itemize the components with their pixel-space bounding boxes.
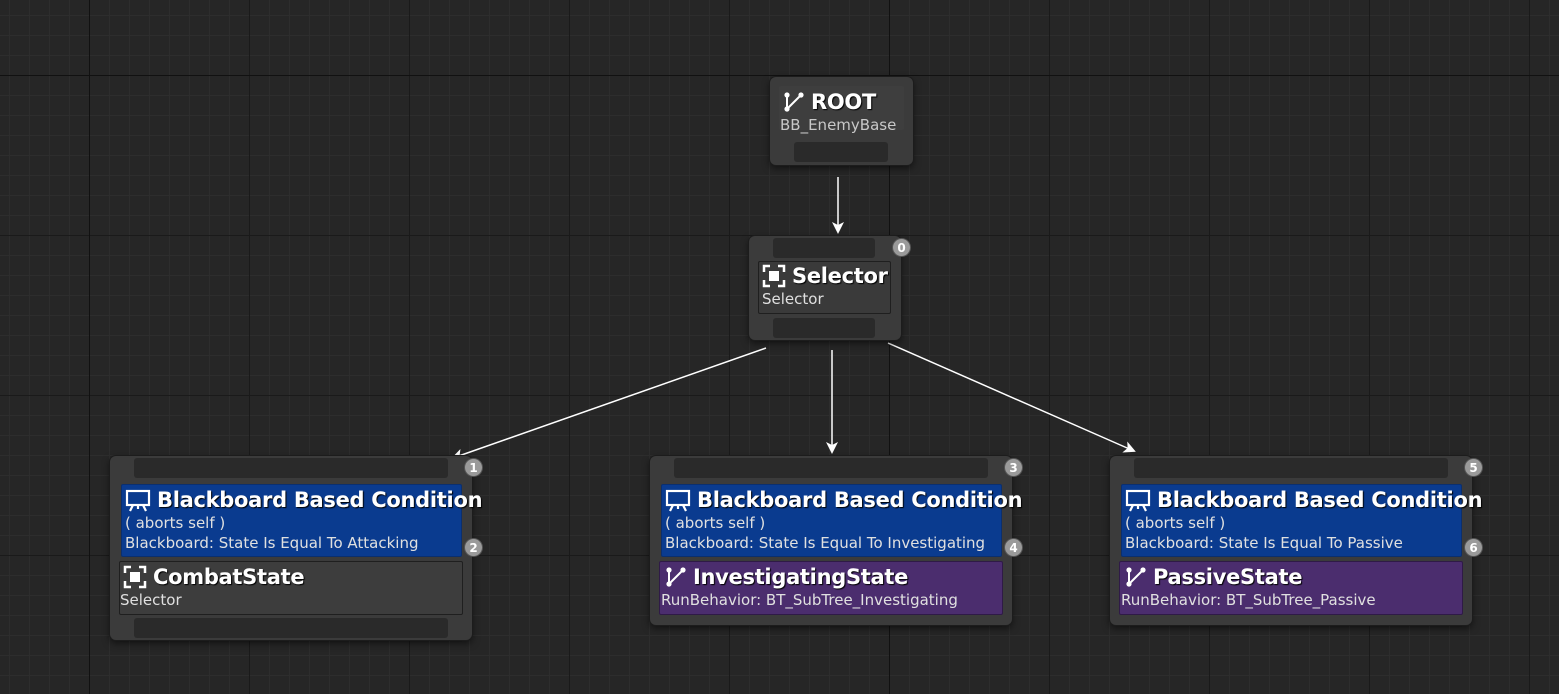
task-title-row: InvestigatingState [660, 562, 1002, 590]
selector-title: Selector [792, 264, 888, 288]
combat-state-node[interactable]: Blackboard Based Condition ( aborts self… [110, 456, 483, 640]
passive-state-input-pin[interactable] [1134, 458, 1448, 478]
execution-order-badge: 3 [1005, 459, 1022, 476]
selector-output-pin[interactable] [773, 318, 875, 338]
decorator-title: Blackboard Based Condition [157, 488, 483, 512]
execution-order-badge: 0 [893, 239, 910, 256]
wire-selector-to-passive [887, 342, 1136, 453]
selector-title-row: Selector [759, 262, 890, 289]
decorator-order-badge: 2 [465, 539, 482, 556]
decorator-blackboard-condition[interactable]: Blackboard Based Condition ( aborts self… [661, 484, 1023, 557]
selector-icon [123, 565, 147, 589]
decorator-order-badge: 4 [1005, 539, 1022, 556]
decorator-blackboard-condition[interactable]: Blackboard Based Condition ( aborts self… [1121, 484, 1483, 557]
blackboard-icon [125, 488, 151, 512]
passive-state-node[interactable]: Blackboard Based Condition ( aborts self… [1110, 456, 1483, 625]
run-behavior-icon [665, 566, 687, 588]
decorator-aborts: ( aborts self ) [665, 514, 766, 532]
task-subtitle: RunBehavior: BT_SubTree_Investigating [661, 591, 958, 609]
root-node-header: ROOT BB_EnemyBase [779, 86, 904, 134]
task-investigating-state[interactable]: InvestigatingState RunBehavior: BT_SubTr… [659, 561, 1003, 615]
root-output-pin[interactable] [794, 142, 888, 162]
investigating-state-input-pin[interactable] [674, 458, 988, 478]
decorator-aborts: ( aborts self ) [125, 514, 226, 532]
task-subtitle: Selector [120, 591, 182, 609]
selector-icon [762, 264, 786, 288]
selector-node[interactable]: Selector Selector 0 [749, 236, 910, 340]
task-title: PassiveState [1153, 565, 1303, 589]
decorator-title-row: Blackboard Based Condition [1122, 485, 1483, 513]
task-title: InvestigatingState [693, 565, 909, 589]
decorator-condition: Blackboard: State Is Equal To Passive [1125, 534, 1403, 552]
root-node-title-row: ROOT [779, 86, 904, 115]
composite-combat-state[interactable]: CombatState Selector [119, 561, 463, 615]
decorator-title: Blackboard Based Condition [1157, 488, 1483, 512]
root-title: ROOT [811, 90, 876, 114]
task-passive-state[interactable]: PassiveState RunBehavior: BT_SubTree_Pas… [1119, 561, 1463, 615]
task-subtitle: RunBehavior: BT_SubTree_Passive [1121, 591, 1376, 609]
task-title: CombatState [153, 565, 305, 589]
investigating-state-node[interactable]: Blackboard Based Condition ( aborts self… [650, 456, 1023, 625]
selector-subtitle: Selector [762, 290, 824, 308]
execution-order-badge: 5 [1465, 459, 1482, 476]
combat-state-input-pin[interactable] [134, 458, 448, 478]
decorator-title-row: Blackboard Based Condition [662, 485, 1023, 513]
task-title-row: CombatState [120, 562, 462, 590]
run-behavior-icon [783, 91, 805, 113]
run-behavior-icon [1125, 566, 1147, 588]
decorator-aborts: ( aborts self ) [1125, 514, 1226, 532]
decorator-title: Blackboard Based Condition [697, 488, 1023, 512]
decorator-blackboard-condition[interactable]: Blackboard Based Condition ( aborts self… [121, 484, 483, 557]
selector-node-body: Selector Selector [758, 261, 891, 314]
decorator-condition: Blackboard: State Is Equal To Investigat… [665, 534, 986, 552]
combat-state-output-pin[interactable] [134, 618, 448, 638]
execution-order-badge: 1 [465, 459, 482, 476]
task-title-row: PassiveState [1120, 562, 1462, 590]
blackboard-icon [1125, 488, 1151, 512]
decorator-title-row: Blackboard Based Condition [122, 485, 483, 513]
decorator-condition: Blackboard: State Is Equal To Attacking [125, 534, 419, 552]
root-subtitle: BB_EnemyBase [780, 116, 897, 134]
decorator-order-badge: 6 [1465, 539, 1482, 556]
selector-input-pin[interactable] [773, 238, 875, 258]
behavior-tree-graph-canvas[interactable]: ROOT BB_EnemyBase Selector Selector 0 Bl… [0, 0, 1559, 694]
root-node[interactable]: ROOT BB_EnemyBase [770, 77, 913, 165]
wire-selector-to-combat [451, 347, 767, 461]
blackboard-icon [665, 488, 691, 512]
